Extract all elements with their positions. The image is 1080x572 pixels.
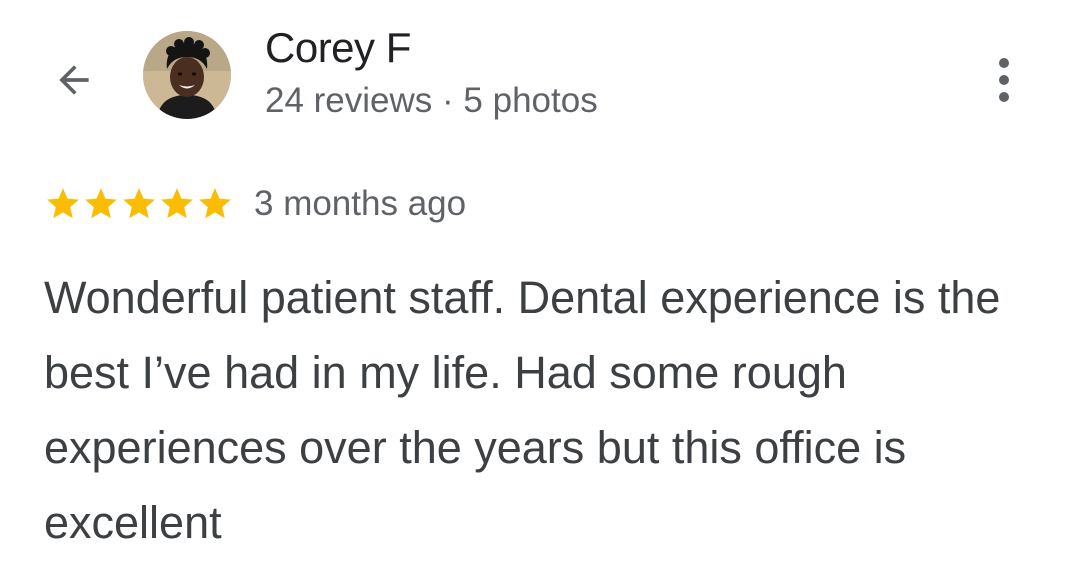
reviews-count: 24 reviews <box>265 81 433 120</box>
meta-separator: · <box>442 81 454 120</box>
avatar[interactable] <box>143 31 231 119</box>
review-header: Corey F 24 reviews · 5 photos <box>0 0 1080 140</box>
avatar-image <box>143 31 231 119</box>
review-text: Wonderful patient staff. Dental experien… <box>44 272 1001 548</box>
more-vertical-icon-dot <box>999 75 1009 85</box>
rating-row: 3 months ago <box>44 180 466 228</box>
photos-count: 5 photos <box>463 81 598 120</box>
review-time: 3 months ago <box>254 184 467 223</box>
star-icon <box>199 188 231 219</box>
star-icon <box>47 188 79 219</box>
star-icon <box>85 188 117 219</box>
star-icon <box>123 188 155 219</box>
more-options-button[interactable] <box>978 50 1030 110</box>
author-stats: 24 reviews · 5 photos <box>265 78 598 124</box>
more-vertical-icon-dot <box>999 92 1009 102</box>
author-name[interactable]: Corey F <box>265 22 598 74</box>
star-rating <box>44 185 234 223</box>
more-vertical-icon <box>999 58 1009 68</box>
arrow-back-icon <box>59 65 89 95</box>
back-button[interactable] <box>44 50 104 110</box>
author-info: Corey F 24 reviews · 5 photos <box>265 22 598 124</box>
star-icon <box>161 188 193 219</box>
